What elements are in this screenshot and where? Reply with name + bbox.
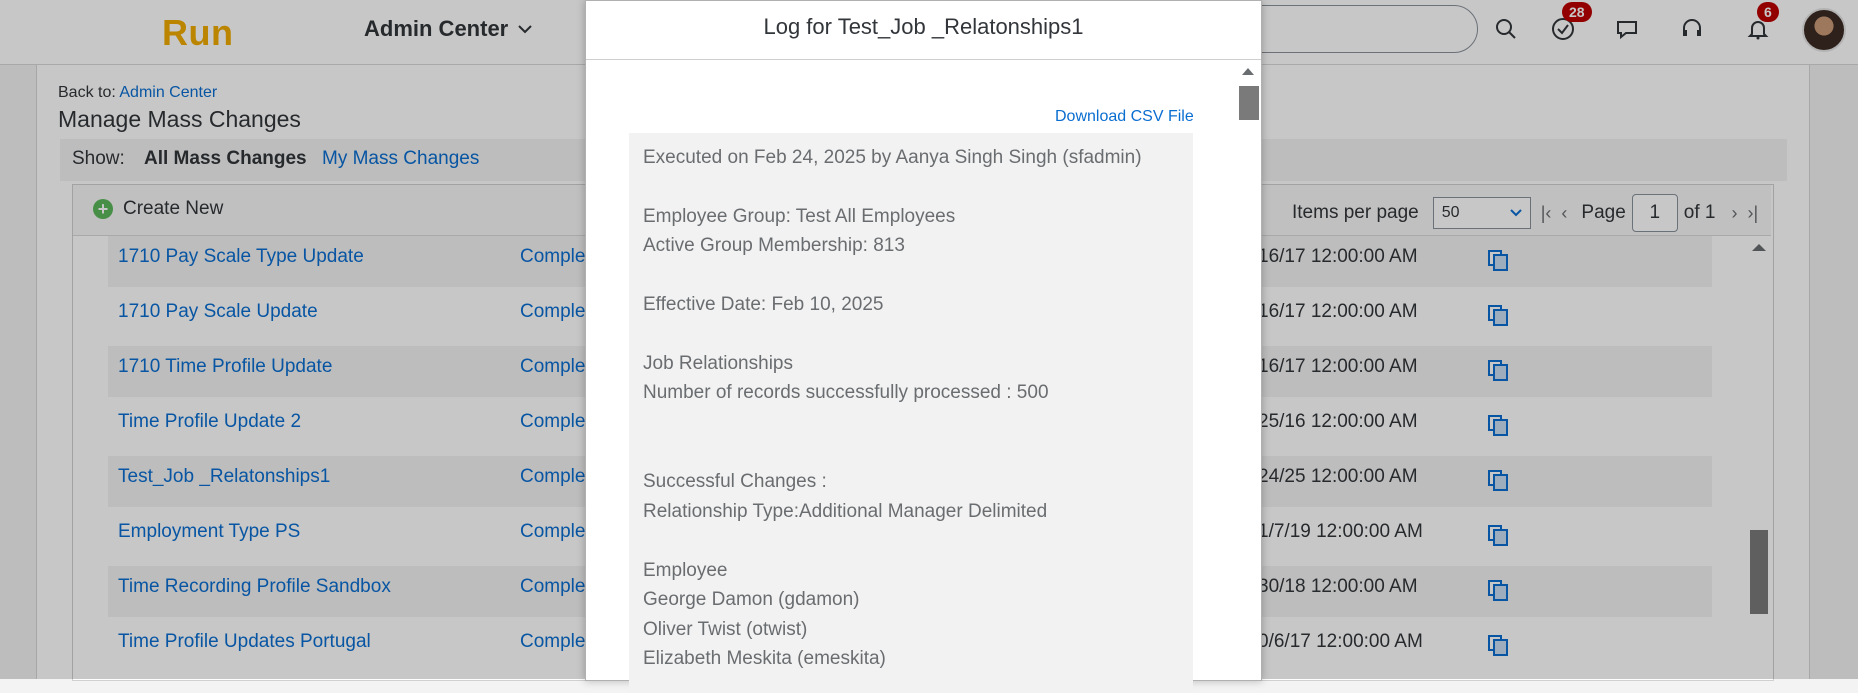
log-line: Job Relationships <box>643 353 793 374</box>
log-line: Relationship Type:Additional Manager Del… <box>643 501 1048 522</box>
dialog-scrollbar[interactable] <box>1237 60 1259 680</box>
log-line: Active Group Membership: 813 <box>643 235 905 256</box>
log-line: Employee Group: Test All Employees <box>643 206 956 227</box>
log-line: George Damon (gdamon) <box>643 589 860 610</box>
scroll-up-icon[interactable] <box>1242 68 1254 75</box>
dialog-title: Log for Test_Job _Relatonships1 <box>586 1 1261 60</box>
log-line: Elizabeth Meskita (emeskita) <box>643 648 886 669</box>
dialog-body: Download CSV File Executed on Feb 24, 20… <box>586 60 1261 693</box>
download-csv-link[interactable]: Download CSV File <box>1055 108 1194 126</box>
log-dialog: Log for Test_Job _Relatonships1 Download… <box>585 0 1262 693</box>
log-line: Effective Date: Feb 10, 2025 <box>643 294 884 315</box>
log-line: Number of records successfully processed… <box>643 382 1049 403</box>
log-line: Executed on Feb 24, 2025 by Aanya Singh … <box>643 147 1142 168</box>
log-line: Employee <box>643 560 728 581</box>
log-content: Executed on Feb 24, 2025 by Aanya Singh … <box>629 133 1193 693</box>
scroll-thumb[interactable] <box>1239 86 1259 120</box>
log-line: Successful Changes : <box>643 471 827 492</box>
log-line: Oliver Twist (otwist) <box>643 619 808 640</box>
